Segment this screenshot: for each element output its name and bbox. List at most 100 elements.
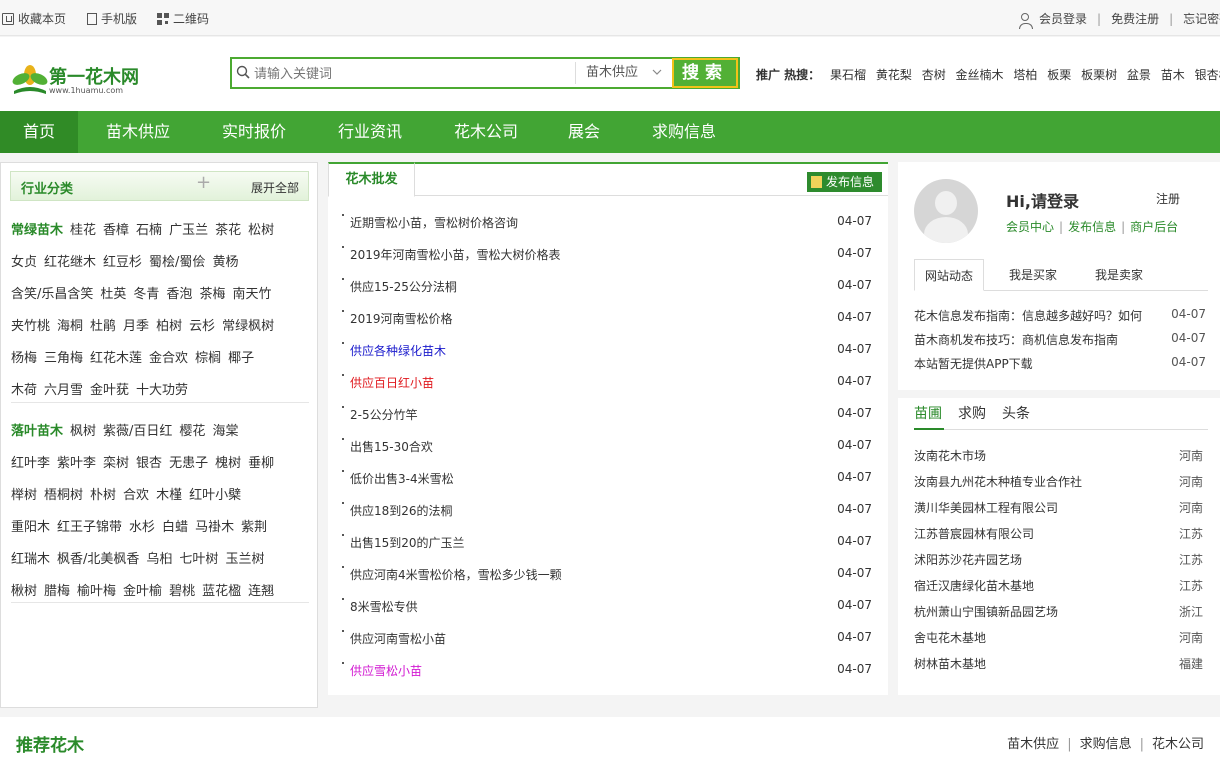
category-item[interactable]: 腊梅	[44, 584, 70, 599]
nursery-item[interactable]: 汝南县九州花木种植专业合作社 河南	[914, 473, 1203, 490]
login-greeting[interactable]: Hi,请登录	[1006, 188, 1079, 212]
wholesale-item[interactable]: 供应18到26的法桐 04-07	[342, 494, 872, 526]
companies-link[interactable]: 花木公司	[1152, 737, 1204, 752]
category-item[interactable]: 杜鹃	[90, 319, 116, 334]
register-link[interactable]: 免费注册	[1111, 10, 1159, 27]
hot-keyword[interactable]: 金丝楠木	[956, 68, 1004, 82]
category-item[interactable]: 红叶李	[11, 456, 50, 471]
tab-seller[interactable]: 我是卖家	[1084, 259, 1154, 291]
hot-keyword[interactable]: 塔柏	[1013, 68, 1037, 82]
login-link[interactable]: 会员登录	[1039, 10, 1087, 27]
tab-nursery[interactable]: 苗圃	[914, 398, 944, 430]
wholesale-item[interactable]: 供应河南4米雪松价格，雪松多少钱一颗 04-07	[342, 558, 872, 590]
search-button[interactable]: 搜索	[672, 58, 738, 88]
category-item[interactable]: 松树	[248, 223, 274, 238]
hot-keyword[interactable]: 板栗树	[1081, 68, 1117, 82]
nursery-item[interactable]: 树林苗木基地 福建	[914, 655, 1203, 672]
merchant-backend-link[interactable]: 商户后台	[1130, 220, 1178, 234]
category-item[interactable]: 香泡	[166, 287, 192, 302]
category-item[interactable]: 茶花	[215, 223, 241, 238]
purchase-link[interactable]: 求购信息	[1080, 737, 1132, 752]
category-item[interactable]: 杜英	[100, 287, 126, 302]
category-item[interactable]: 红王子锦带	[57, 520, 122, 535]
category-item[interactable]: 棕榈	[195, 351, 221, 366]
hot-keyword[interactable]: 盆景	[1127, 68, 1151, 82]
deciduous-heading[interactable]: 落叶苗木	[11, 424, 63, 439]
wholesale-item[interactable]: 2-5公分竹竿 04-07	[342, 398, 872, 430]
category-item[interactable]: 马褂木	[195, 520, 234, 535]
tab-site-news[interactable]: 网站动态	[914, 259, 984, 291]
hot-keyword[interactable]: 苗木	[1161, 68, 1185, 82]
publish-button[interactable]: 发布信息	[807, 172, 882, 192]
wholesale-item[interactable]: 出售15-30合欢 04-07	[342, 430, 872, 462]
category-item[interactable]: 广玉兰	[169, 223, 208, 238]
category-item[interactable]: 重阳木	[11, 520, 50, 535]
category-item[interactable]: 南天竹	[232, 287, 271, 302]
category-item[interactable]: 槐树	[215, 456, 241, 471]
evergreen-heading[interactable]: 常绿苗木	[11, 223, 63, 238]
bookmark-link[interactable]: 收藏本页	[2, 10, 66, 27]
category-item[interactable]: 海桐	[57, 319, 83, 334]
tab-headlines[interactable]: 头条	[1002, 398, 1032, 430]
category-item[interactable]: 女贞	[11, 255, 37, 270]
wholesale-item[interactable]: 供应雪松小苗 04-07	[342, 654, 872, 686]
category-item[interactable]: 白蜡	[162, 520, 188, 535]
tab-wholesale[interactable]: 花木批发	[328, 162, 415, 197]
category-item[interactable]: 桂花	[70, 223, 96, 238]
wholesale-item[interactable]: 低价出售3-4米雪松 04-07	[342, 462, 872, 494]
tab-purchase[interactable]: 求购	[958, 398, 988, 430]
wholesale-item[interactable]: 出售15到20的广玉兰 04-07	[342, 526, 872, 558]
category-item[interactable]: 红瑞木	[11, 552, 50, 567]
category-item[interactable]: 垂柳	[248, 456, 274, 471]
hot-keyword[interactable]: 板栗	[1047, 68, 1071, 82]
hot-keyword[interactable]: 银杏树	[1195, 68, 1220, 82]
category-item[interactable]: 玉兰树	[225, 552, 264, 567]
category-item[interactable]: 红花继木	[44, 255, 96, 270]
category-item[interactable]: 常绿枫树	[222, 319, 274, 334]
category-item[interactable]: 银杏	[136, 456, 162, 471]
site-news-item[interactable]: 本站暂无提供APP下载 04-07	[914, 355, 1206, 372]
hot-keyword[interactable]: 黄花梨	[876, 68, 912, 82]
member-center-link[interactable]: 会员中心	[1006, 220, 1054, 234]
category-item[interactable]: 紫薇/百日红	[103, 424, 172, 439]
nav-exhibition[interactable]: 展会	[558, 111, 610, 153]
category-item[interactable]: 楸树	[11, 584, 37, 599]
hot-keyword[interactable]: 杏树	[922, 68, 946, 82]
nav-companies[interactable]: 花木公司	[442, 111, 530, 153]
nav-news[interactable]: 行业资讯	[326, 111, 414, 153]
nursery-item[interactable]: 汝南花木市场 河南	[914, 447, 1203, 464]
category-item[interactable]: 朴树	[90, 488, 116, 503]
site-logo[interactable]: 第一花木网 www.1huamu.com	[12, 59, 152, 99]
wholesale-item[interactable]: 供应15-25公分法桐 04-07	[342, 270, 872, 302]
nursery-item[interactable]: 舍屯花木基地 河南	[914, 629, 1203, 646]
plus-icon[interactable]: +	[196, 172, 211, 193]
category-item[interactable]: 黄杨	[212, 255, 238, 270]
category-item[interactable]: 枫树	[70, 424, 96, 439]
category-item[interactable]: 月季	[123, 319, 149, 334]
nav-purchase[interactable]: 求购信息	[640, 111, 728, 153]
category-item[interactable]: 乌桕	[146, 552, 172, 567]
qrcode-link[interactable]: 二维码	[157, 10, 209, 27]
category-item[interactable]: 十大功劳	[136, 383, 188, 398]
nav-supply[interactable]: 苗木供应	[94, 111, 182, 153]
category-item[interactable]: 六月雪	[44, 383, 83, 398]
category-item[interactable]: 含笑/乐昌含笑	[11, 287, 93, 302]
tab-buyer[interactable]: 我是买家	[998, 259, 1068, 291]
category-item[interactable]: 金叶莸	[90, 383, 129, 398]
category-item[interactable]: 合欢	[123, 488, 149, 503]
wholesale-item[interactable]: 供应河南雪松小苗 04-07	[342, 622, 872, 654]
category-item[interactable]: 碧桃	[169, 584, 195, 599]
hot-keyword[interactable]: 果石榴	[830, 68, 866, 82]
nursery-item[interactable]: 沭阳苏沙花卉园艺场 江苏	[914, 551, 1203, 568]
category-item[interactable]: 红豆杉	[103, 255, 142, 270]
nursery-item[interactable]: 杭州萧山宁围镇新品园艺场 浙江	[914, 603, 1203, 620]
site-news-item[interactable]: 苗木商机发布技巧：商机信息发布指南 04-07	[914, 331, 1206, 348]
nav-home[interactable]: 首页	[0, 111, 78, 153]
category-item[interactable]: 红花木莲	[90, 351, 142, 366]
category-item[interactable]: 香樟	[103, 223, 129, 238]
wholesale-item[interactable]: 8米雪松专供 04-07	[342, 590, 872, 622]
search-category-select[interactable]: 苗木供应	[575, 62, 670, 84]
category-item[interactable]: 枫香/北美枫香	[57, 552, 139, 567]
forgot-password-link[interactable]: 忘记密码	[1183, 10, 1220, 27]
category-item[interactable]: 紫叶李	[57, 456, 96, 471]
